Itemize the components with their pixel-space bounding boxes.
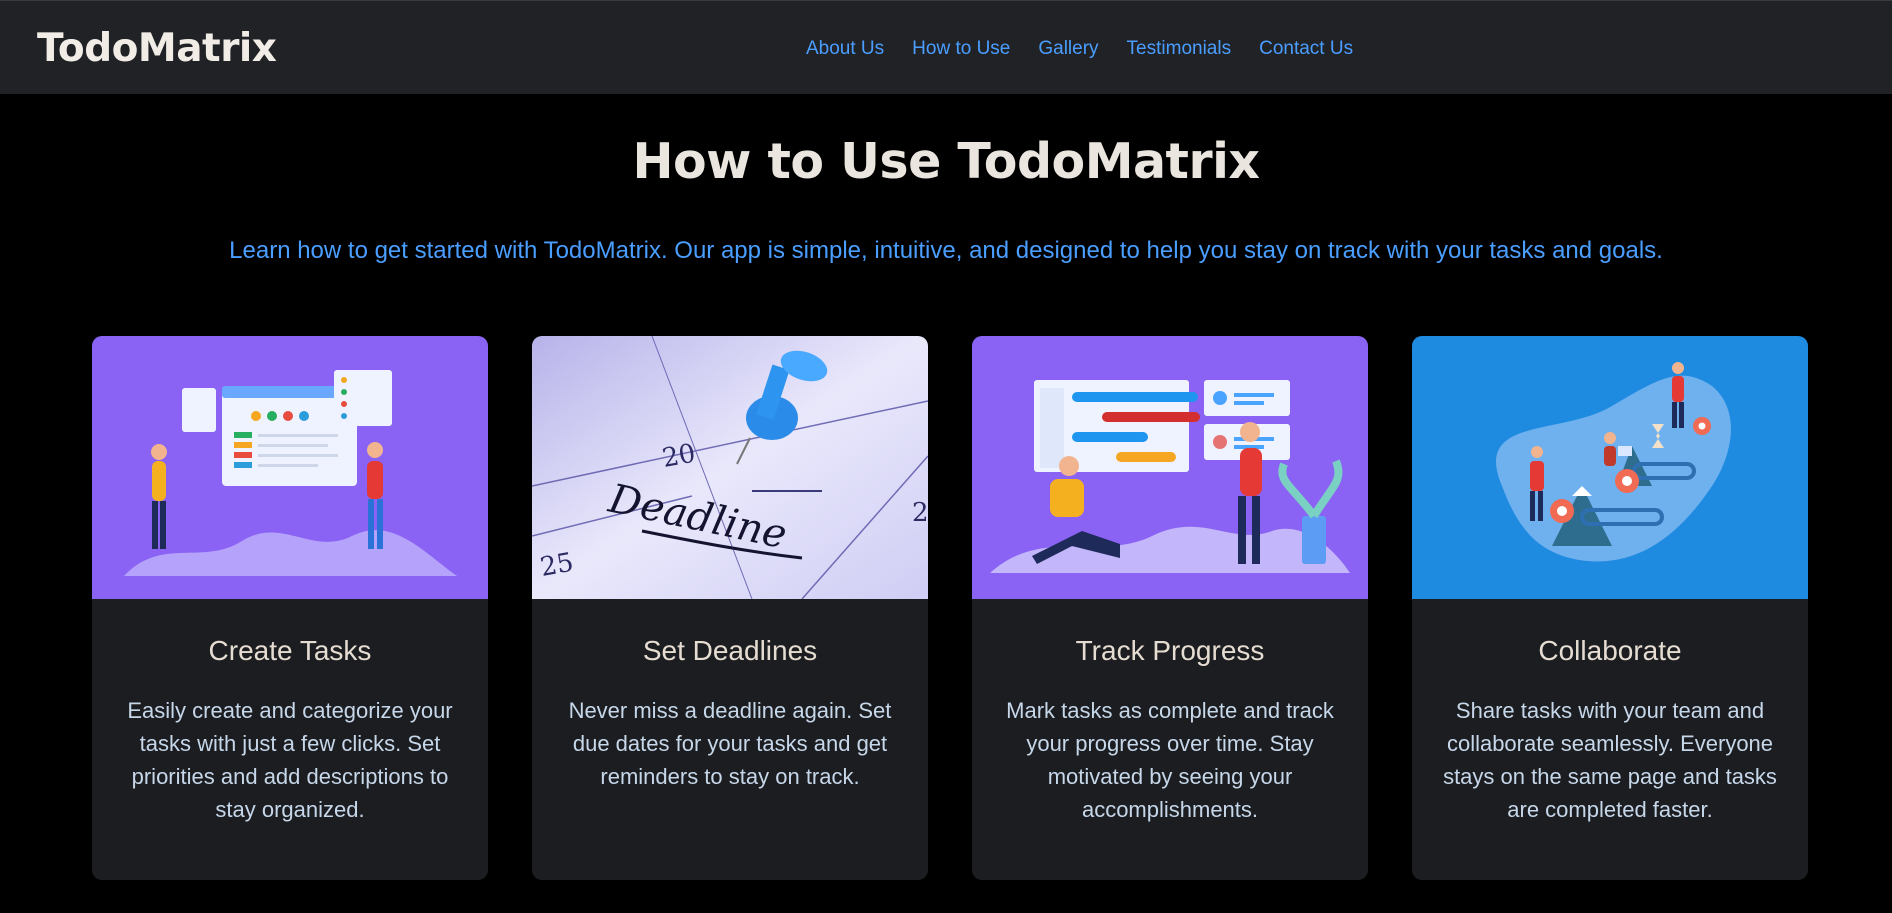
card-title: Collaborate: [1538, 635, 1682, 666]
nav-contact-us[interactable]: Contact Us: [1259, 37, 1353, 61]
collaborate-illustration: [1412, 336, 1808, 599]
nav-gallery[interactable]: Gallery: [1038, 37, 1098, 61]
card-track-progress: Track Progress Mark tasks as complete an…: [972, 336, 1368, 880]
card-title: Set Deadlines: [642, 635, 818, 666]
svg-text:2: 2: [912, 498, 928, 528]
nav-about-us[interactable]: About Us: [806, 37, 884, 61]
card-description: Share tasks with your team and collabora…: [1443, 698, 1777, 822]
card-title: Track Progress: [1075, 635, 1265, 666]
card-description: Easily create and categorize your tasks …: [127, 698, 453, 822]
top-navbar: TodoMatrix About Us How to Use Gallery T…: [0, 0, 1892, 94]
track-progress-illustration: [972, 336, 1368, 599]
svg-text:20: 20: [660, 439, 698, 474]
svg-text:25: 25: [538, 548, 576, 583]
card-description: Mark tasks as complete and track your pr…: [1006, 698, 1334, 822]
card-title: Create Tasks: [208, 635, 372, 666]
nav-testimonials[interactable]: Testimonials: [1127, 37, 1232, 61]
page-title: How to Use TodoMatrix: [632, 133, 1260, 190]
create-tasks-illustration: [92, 336, 488, 599]
card-create-tasks: Create Tasks Easily create and categoriz…: [92, 336, 488, 880]
nav-how-to-use[interactable]: How to Use: [912, 37, 1010, 61]
main-nav: About Us How to Use Gallery Testimonials…: [806, 37, 1381, 61]
brand-logo[interactable]: TodoMatrix: [37, 25, 277, 73]
card-description: Never miss a deadline again. Set due dat…: [568, 698, 892, 789]
card-set-deadlines: 20 25 2 Deadline Set Deadlines Never mis…: [532, 336, 928, 880]
deadline-calendar-photo: 20 25 2 Deadline: [532, 336, 928, 599]
card-collaborate: Collaborate Share tasks with your team a…: [1412, 336, 1808, 880]
intro-text: Learn how to get started with TodoMatrix…: [229, 237, 1663, 264]
